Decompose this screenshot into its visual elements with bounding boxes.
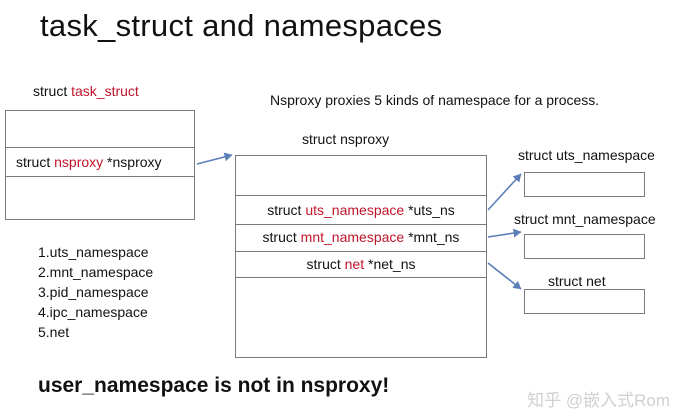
- nsproxy-field-prefix: struct: [16, 154, 55, 170]
- net-struct-box: [524, 289, 645, 314]
- task-struct-divider-bottom: [6, 176, 194, 177]
- task-struct-header-name: task_struct: [71, 83, 139, 99]
- arrow-mnt: [487, 228, 522, 238]
- nsproxy-divider-3: [236, 251, 486, 252]
- nsproxy-field-type: nsproxy: [54, 154, 104, 170]
- net-row-prefix: struct: [306, 256, 345, 272]
- uts-row-name: *uts_ns: [404, 202, 455, 218]
- list-item: 3.pid_namespace: [38, 284, 149, 300]
- task-struct-divider-top: [6, 147, 194, 148]
- watermark: 知乎 @嵌入式Rom: [527, 391, 670, 410]
- mnt-row-name: *mnt_ns: [404, 229, 460, 245]
- task-struct-header: struct task_struct: [33, 83, 139, 99]
- uts-namespace-label: struct uts_namespace: [518, 147, 655, 163]
- list-item: 2.mnt_namespace: [38, 264, 154, 280]
- task-struct-box: struct nsproxy *nsproxy: [5, 110, 195, 220]
- mnt-namespace-box: [524, 234, 645, 259]
- arrow-net: [487, 262, 522, 290]
- uts-row-type: uts_namespace: [305, 202, 405, 218]
- arrow-task-to-nsproxy: [196, 152, 233, 165]
- task-struct-nsproxy-field: struct nsproxy *nsproxy: [6, 154, 194, 170]
- mnt-row-type: mnt_namespace: [300, 229, 405, 245]
- nsproxy-box: struct uts_namespace *uts_ns struct mnt_…: [235, 155, 487, 358]
- net-row-type: net: [344, 256, 365, 272]
- nsproxy-row-net: struct net *net_ns: [236, 256, 486, 272]
- arrow-uts: [487, 173, 522, 211]
- nsproxy-divider-1: [236, 195, 486, 196]
- net-row-name: *net_ns: [364, 256, 416, 272]
- nsproxy-divider-2: [236, 224, 486, 225]
- uts-row-prefix: struct: [267, 202, 306, 218]
- task-struct-header-prefix: struct: [33, 83, 72, 99]
- nsproxy-header: struct nsproxy: [302, 131, 390, 147]
- list-item: 5.net: [38, 324, 70, 340]
- uts-namespace-box: [524, 172, 645, 197]
- namespace-list: 1.uts_namespace 2.mnt_namespace 3.pid_na…: [38, 242, 153, 342]
- list-item: 1.uts_namespace: [38, 244, 149, 260]
- mnt-row-prefix: struct: [262, 229, 301, 245]
- nsproxy-field-name: *nsproxy: [103, 154, 162, 170]
- nsproxy-row-uts: struct uts_namespace *uts_ns: [236, 202, 486, 218]
- mnt-namespace-label: struct mnt_namespace: [514, 211, 656, 227]
- bottom-note: user_namespace is not in nsproxy!: [38, 374, 390, 397]
- nsproxy-row-mnt: struct mnt_namespace *mnt_ns: [236, 229, 486, 245]
- net-struct-label: struct net: [548, 273, 606, 289]
- list-item: 4.ipc_namespace: [38, 304, 148, 320]
- nsproxy-note: Nsproxy proxies 5 kinds of namespace for…: [270, 92, 600, 108]
- diagram-title: task_struct and namespaces: [40, 8, 443, 43]
- nsproxy-divider-4: [236, 277, 486, 278]
